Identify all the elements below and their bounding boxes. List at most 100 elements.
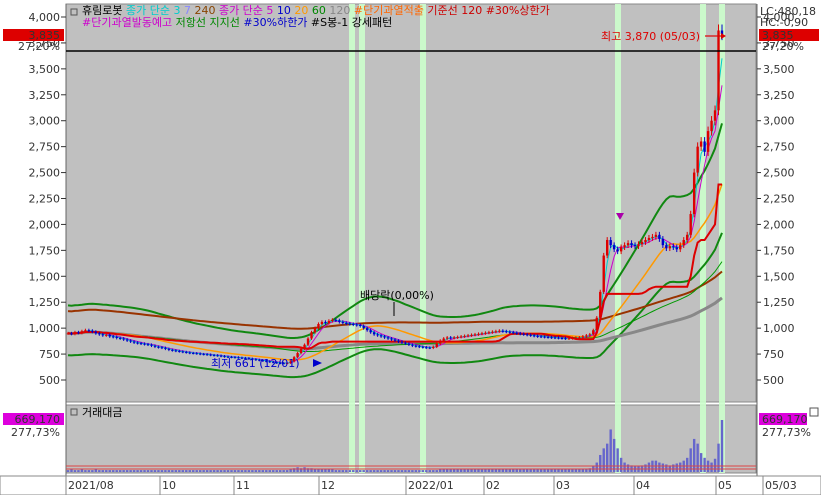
volume-bar xyxy=(386,470,390,472)
volume-bar xyxy=(317,469,320,472)
volume-bar xyxy=(198,470,202,472)
volume-bar xyxy=(717,443,720,472)
candle-body xyxy=(118,337,122,339)
volume-bar xyxy=(91,470,94,472)
price-tick-label-right: 1,250 xyxy=(763,296,795,309)
volume-bar xyxy=(355,470,358,472)
candle-body xyxy=(473,334,477,336)
price-tick-label-right: 2,000 xyxy=(763,218,795,231)
candle-body xyxy=(480,333,484,335)
candle-body xyxy=(84,330,87,332)
candle-body xyxy=(397,340,400,342)
volume-bar xyxy=(98,470,101,472)
price-tick-label-left: 1,750 xyxy=(29,244,61,257)
candle-body xyxy=(306,338,310,345)
volume-bar xyxy=(219,470,223,472)
volume-bar xyxy=(94,469,98,472)
candle-body xyxy=(174,350,178,352)
price-tick-label-left: 4,000 xyxy=(29,11,61,24)
volume-bar xyxy=(689,448,692,472)
candle-body xyxy=(105,334,108,336)
candle-body xyxy=(324,321,327,323)
volume-bar xyxy=(279,470,282,472)
volume-bar xyxy=(484,469,487,472)
candle-body xyxy=(418,346,421,348)
candle-body xyxy=(445,337,449,339)
candle-body xyxy=(192,353,195,355)
date-tick-label: 10 xyxy=(162,479,176,492)
candle-body xyxy=(536,335,539,337)
volume-bar xyxy=(581,469,585,472)
volume-value-left: 669,170 xyxy=(15,413,61,426)
volume-bar xyxy=(397,470,400,472)
volume-bar xyxy=(647,462,651,472)
price-tick-label-left: 2,750 xyxy=(29,141,61,154)
volume-bar xyxy=(160,470,164,472)
volume-bar xyxy=(623,462,626,472)
candle-body xyxy=(77,332,80,334)
candle-body xyxy=(567,338,571,340)
volume-bar xyxy=(296,467,299,472)
volume-bar xyxy=(585,469,588,472)
volume-bar xyxy=(247,470,251,472)
candle-body xyxy=(602,255,605,292)
legend-item: #S봉-1 강세패턴 xyxy=(307,16,392,29)
candle-body xyxy=(146,344,150,346)
candle-body xyxy=(303,344,306,349)
price-tick-label-left: 500 xyxy=(39,374,60,387)
candle-body xyxy=(654,234,658,237)
candle-body xyxy=(386,337,390,339)
volume-bar xyxy=(560,469,564,472)
candle-body xyxy=(432,346,435,348)
legend-item: #단기과열발동예고 xyxy=(82,16,172,29)
candle-body xyxy=(609,239,612,246)
volume-bar xyxy=(84,470,87,472)
volume-bar xyxy=(498,469,501,472)
volume-bar xyxy=(285,470,289,472)
candle-body xyxy=(355,324,358,326)
volume-bar xyxy=(703,457,706,472)
candle-body xyxy=(345,322,348,324)
volume-bar xyxy=(686,457,689,472)
candle-body xyxy=(404,342,407,344)
candle-body xyxy=(640,242,644,245)
volume-bar xyxy=(331,469,334,472)
volume-bar xyxy=(265,470,268,472)
price-tick-label-right: 2,500 xyxy=(763,167,795,180)
candle-body xyxy=(376,334,379,336)
candle-body xyxy=(198,353,202,355)
volume-bar xyxy=(463,469,466,472)
candle-body xyxy=(543,336,546,338)
candle-body xyxy=(539,336,543,338)
volume-bar xyxy=(529,469,532,472)
candle-body xyxy=(658,234,661,239)
volume-panel-close[interactable] xyxy=(809,407,819,417)
volume-bar xyxy=(470,469,473,472)
volume-bar xyxy=(164,470,167,472)
price-tick-label-right: 500 xyxy=(763,374,784,387)
volume-bar xyxy=(571,469,574,472)
candle-body xyxy=(713,110,717,121)
candle-body xyxy=(122,338,125,340)
volume-bar xyxy=(101,470,104,472)
volume-bar xyxy=(226,470,230,472)
candle-body xyxy=(442,338,445,341)
volume-bar xyxy=(713,458,717,472)
candle-body xyxy=(421,346,425,348)
candle-body xyxy=(185,351,188,353)
volume-bar xyxy=(254,470,258,472)
candle-body xyxy=(98,333,101,335)
candle-body xyxy=(202,354,205,356)
volume-bar xyxy=(268,470,271,472)
candle-body xyxy=(372,332,376,335)
volume-bar xyxy=(658,462,661,472)
volume-bar xyxy=(171,470,174,472)
current-pct-right: 27,20% xyxy=(762,40,804,53)
volume-bar xyxy=(428,470,431,472)
price-tick-label-right: 1,500 xyxy=(763,270,795,283)
high-annotation: 최고 3,870 (05/03) xyxy=(601,30,700,43)
candle-body xyxy=(157,346,160,348)
volume-bar xyxy=(473,469,477,472)
legend-item: 저항선 xyxy=(172,16,206,29)
volume-bar xyxy=(352,470,355,472)
